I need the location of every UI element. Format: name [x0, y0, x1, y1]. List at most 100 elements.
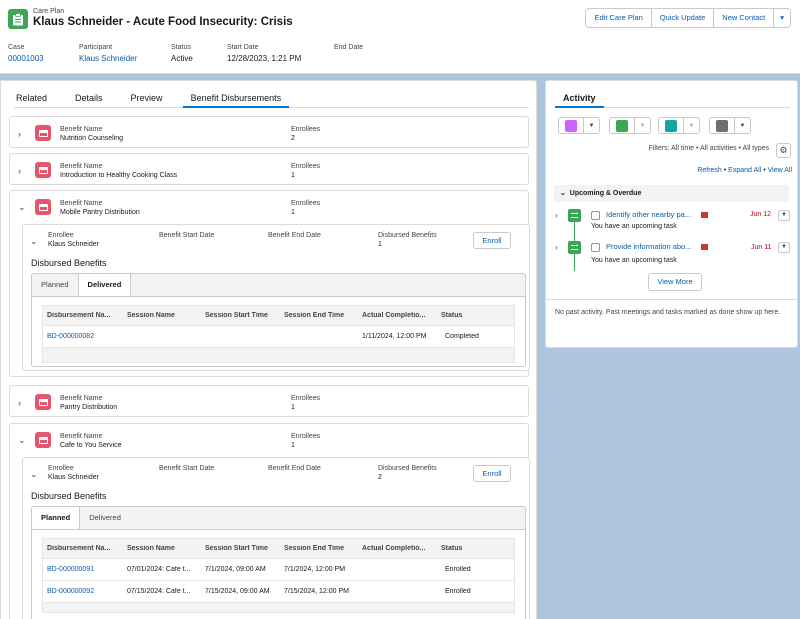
quick-update-button[interactable]: Quick Update [652, 9, 715, 27]
page-header: Care Plan Klaus Schneider - Acute Food I… [0, 0, 800, 74]
subtab-planned[interactable]: Planned [32, 507, 81, 529]
flag-icon [701, 244, 708, 250]
participant-link[interactable]: Klaus Schneider [79, 54, 137, 63]
benefit-name: Pantry Distribution [60, 404, 118, 411]
enrollee-count: 1 [291, 404, 295, 411]
header-field-case: Case 00001003 [8, 44, 44, 63]
benefit-item: › Benefit Name Pantry Distribution Enroll… [9, 385, 529, 417]
chevron-down-icon[interactable]: ⌄ [30, 236, 38, 247]
no-past-activity-text: No past activity. Past meetings and task… [555, 309, 781, 316]
chevron-down-icon[interactable]: ⌄ [18, 435, 26, 446]
view-more-button[interactable]: View More [648, 273, 702, 291]
chevron-right-icon[interactable]: › [18, 129, 21, 139]
tab-related[interactable]: Related [14, 91, 49, 107]
tab-details[interactable]: Details [73, 91, 105, 107]
chevron-down-icon[interactable]: ▼ [634, 118, 650, 133]
disbursement-link[interactable]: BD-000000092 [43, 588, 123, 595]
enroll-button[interactable]: Enroll [473, 465, 511, 482]
chevron-right-icon[interactable]: › [18, 166, 21, 176]
activity-filters[interactable]: Filters: All time • All activities • All… [649, 145, 769, 152]
enrollee-name: Klaus Schneider [48, 474, 99, 481]
disbursement-link[interactable]: BD-000000082 [43, 333, 123, 340]
chevron-right-icon[interactable]: › [18, 398, 21, 408]
view-all-link[interactable]: View All [768, 167, 792, 174]
enrollee-section: ⌄ Enrollee Klaus Schneider Benefit Start … [22, 457, 530, 619]
enrollee-name: Klaus Schneider [48, 241, 99, 248]
activity-links: Refresh • Expand All • View All [697, 167, 792, 174]
tab-benefit-disbursements[interactable]: Benefit Disbursements [182, 91, 289, 108]
table-header: Disbursement Na... Session Name Session … [43, 539, 514, 559]
chevron-down-icon[interactable]: ⌄ [30, 469, 38, 480]
new-task-button[interactable]: ▼ [609, 117, 651, 134]
task-due-date: Jun 12 [750, 211, 772, 218]
header-field-participant: Participant Klaus Schneider [79, 44, 138, 63]
page-title: Klaus Schneider - Acute Food Insecurity:… [33, 16, 293, 28]
disbursed-benefits-title: Disbursed Benefits [31, 491, 107, 501]
care-plan-icon [8, 9, 28, 29]
benefit-name: Mobile Pantry Distribution [60, 209, 140, 216]
table-row: BD-000000091 07/01/2024: Cafe t... 7/1/2… [43, 559, 514, 581]
chevron-down-icon: ⌄ [560, 190, 566, 197]
chevron-right-icon[interactable]: › [555, 243, 558, 252]
chevron-down-icon[interactable]: ▼ [583, 118, 599, 133]
task-icon [568, 209, 581, 222]
email-icon [716, 119, 728, 132]
task-icon [568, 241, 581, 254]
benefit-icon [35, 199, 51, 215]
benefit-name: Introduction to Healthy Cooking Class [60, 172, 178, 179]
disbursed-benefits-title: Disbursed Benefits [31, 258, 107, 268]
refresh-link[interactable]: Refresh [697, 167, 722, 174]
call-icon [665, 119, 677, 132]
task-icon [616, 119, 628, 132]
subtab-delivered[interactable]: Delivered [77, 274, 132, 296]
task-subject-link[interactable]: Provide information abo... [606, 242, 691, 251]
tab-preview[interactable]: Preview [129, 91, 165, 107]
enrollee-section: ⌄ Enrollee Klaus Schneider Benefit Start … [22, 224, 530, 371]
settings-gear-icon[interactable]: ⚙ [776, 143, 791, 158]
benefit-icon [35, 162, 51, 178]
subtab-planned[interactable]: Planned [32, 274, 78, 296]
disbursement-subtabs: Planned Delivered Disbursement Na... Ses… [31, 273, 526, 367]
log-call-button[interactable]: ▼ [658, 117, 700, 134]
expand-all-link[interactable]: Expand All [728, 167, 761, 174]
header-field-status: Status Active [171, 44, 193, 63]
disbursement-table: Disbursement Na... Session Name Session … [42, 305, 515, 363]
task-menu-button[interactable]: ▼ [778, 210, 790, 221]
subtab-delivered[interactable]: Delivered [80, 507, 130, 529]
enrollee-count: 1 [291, 442, 295, 449]
task-subject-link[interactable]: Identify other nearby pa... [606, 210, 691, 219]
record-tabs-card: Related Details Preview Benefit Disburse… [0, 80, 537, 619]
header-action-buttons: Edit Care Plan Quick Update New Contact … [585, 8, 791, 28]
task-description: You have an upcoming task [591, 223, 677, 230]
benefit-item-expanded: ⌄ Benefit Name Cafe to You Service Enroll… [9, 423, 530, 619]
disbursement-subtabs: Planned Delivered Disbursement Na... Ses… [31, 506, 526, 619]
new-contact-button[interactable]: New Contact [714, 9, 775, 27]
enroll-button[interactable]: Enroll [473, 232, 511, 249]
table-row: BD-000000082 1/11/2024, 12:00 PM Complet… [43, 326, 514, 348]
header-field-end-date: End Date [334, 44, 364, 51]
table-header: Disbursement Na... Session Name Session … [43, 306, 514, 326]
disbursement-link[interactable]: BD-000000091 [43, 566, 123, 573]
task-checkbox[interactable] [591, 243, 600, 252]
chevron-down-icon[interactable]: ⌄ [18, 202, 26, 213]
chevron-right-icon[interactable]: › [555, 211, 558, 220]
upcoming-overdue-header[interactable]: ⌄ Upcoming & Overdue [554, 185, 789, 202]
benefit-item: › Benefit Name Nutrition Counseling Enrol… [9, 116, 529, 148]
table-row: BD-000000092 07/15/2024: Cafe t... 7/15/… [43, 581, 514, 603]
email-button[interactable]: ▼ [709, 117, 751, 134]
new-event-button[interactable]: ▼ [558, 117, 600, 134]
benefit-item: › Benefit Name Introduction to Healthy Co… [9, 153, 529, 185]
task-menu-button[interactable]: ▼ [778, 242, 790, 253]
divider [546, 299, 797, 300]
enrollee-count: 1 [291, 172, 295, 179]
benefit-name: Nutrition Counseling [60, 135, 124, 142]
record-tabs: Related Details Preview Benefit Disburse… [14, 91, 529, 108]
task-checkbox[interactable] [591, 211, 600, 220]
benefit-icon [35, 432, 51, 448]
tab-activity[interactable]: Activity [555, 91, 603, 108]
chevron-down-icon[interactable]: ▼ [683, 118, 699, 133]
chevron-down-icon[interactable]: ▼ [734, 118, 750, 133]
more-actions-button[interactable]: ▾ [774, 9, 790, 27]
case-link[interactable]: 00001003 [8, 54, 44, 63]
edit-care-plan-button[interactable]: Edit Care Plan [586, 9, 652, 27]
